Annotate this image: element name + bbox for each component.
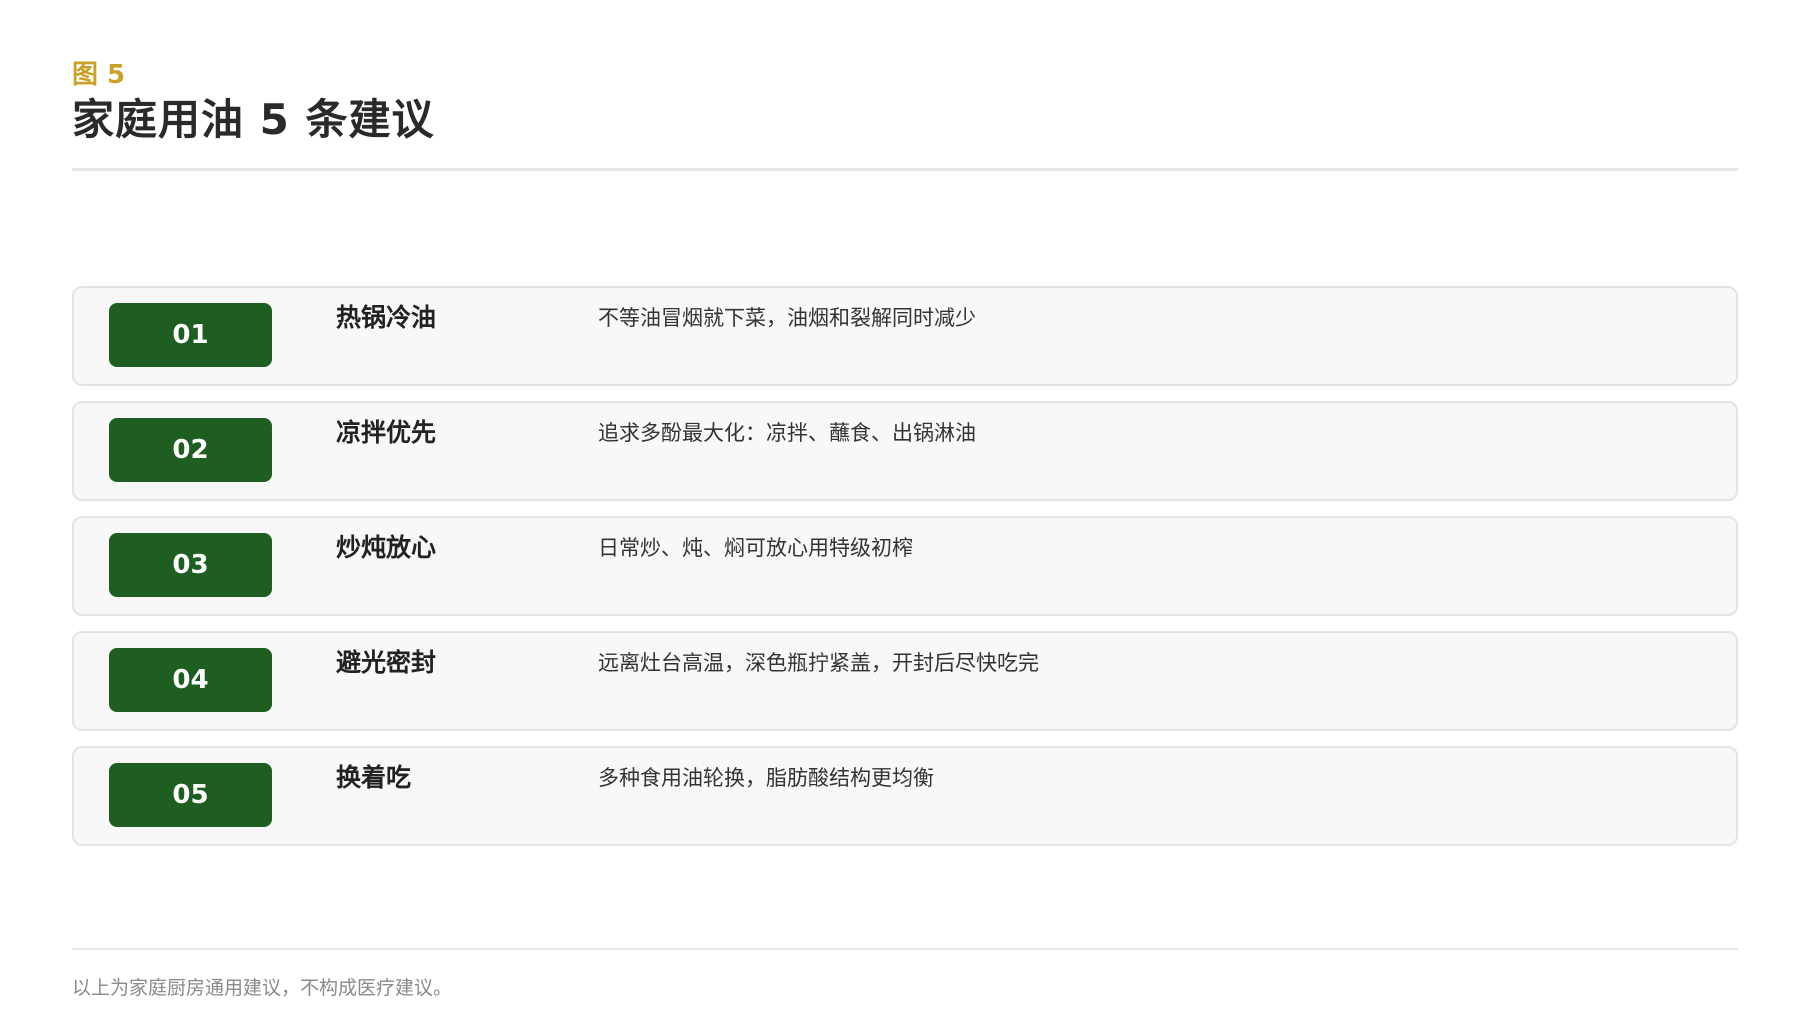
list-item: 05 换着吃 多种食用油轮换，脂肪酸结构更均衡 — [72, 746, 1738, 846]
page-title: 家庭用油 5 条建议 — [72, 95, 435, 144]
item-number-badge: 03 — [109, 533, 272, 597]
item-description: 日常炒、炖、焖可放心用特级初榨 — [598, 536, 913, 560]
title-divider — [72, 168, 1738, 171]
item-number-badge: 04 — [109, 648, 272, 712]
footer-divider — [72, 948, 1738, 950]
list-item: 01 热锅冷油 不等油冒烟就下菜，油烟和裂解同时减少 — [72, 286, 1738, 386]
list-item: 03 炒炖放心 日常炒、炖、焖可放心用特级初榨 — [72, 516, 1738, 616]
figure-label: 图 5 — [72, 60, 126, 90]
item-title: 换着吃 — [336, 763, 412, 792]
item-description: 多种食用油轮换，脂肪酸结构更均衡 — [598, 766, 934, 790]
item-title: 避光密封 — [336, 648, 437, 677]
item-description: 远离灶台高温，深色瓶拧紧盖，开封后尽快吃完 — [598, 651, 1039, 675]
tips-list: 01 热锅冷油 不等油冒烟就下菜，油烟和裂解同时减少 02 凉拌优先 追求多酚最… — [72, 286, 1738, 861]
item-description: 追求多酚最大化：凉拌、蘸食、出锅淋油 — [598, 421, 976, 445]
item-title: 凉拌优先 — [336, 418, 437, 447]
list-item: 02 凉拌优先 追求多酚最大化：凉拌、蘸食、出锅淋油 — [72, 401, 1738, 501]
item-number-badge: 05 — [109, 763, 272, 827]
item-description: 不等油冒烟就下菜，油烟和裂解同时减少 — [598, 306, 976, 330]
item-number-badge: 02 — [109, 418, 272, 482]
list-item: 04 避光密封 远离灶台高温，深色瓶拧紧盖，开封后尽快吃完 — [72, 631, 1738, 731]
item-title: 炒炖放心 — [336, 533, 437, 562]
footnote: 以上为家庭厨房通用建议，不构成医疗建议。 — [72, 977, 453, 999]
item-title: 热锅冷油 — [336, 303, 437, 332]
item-number-badge: 01 — [109, 303, 272, 367]
